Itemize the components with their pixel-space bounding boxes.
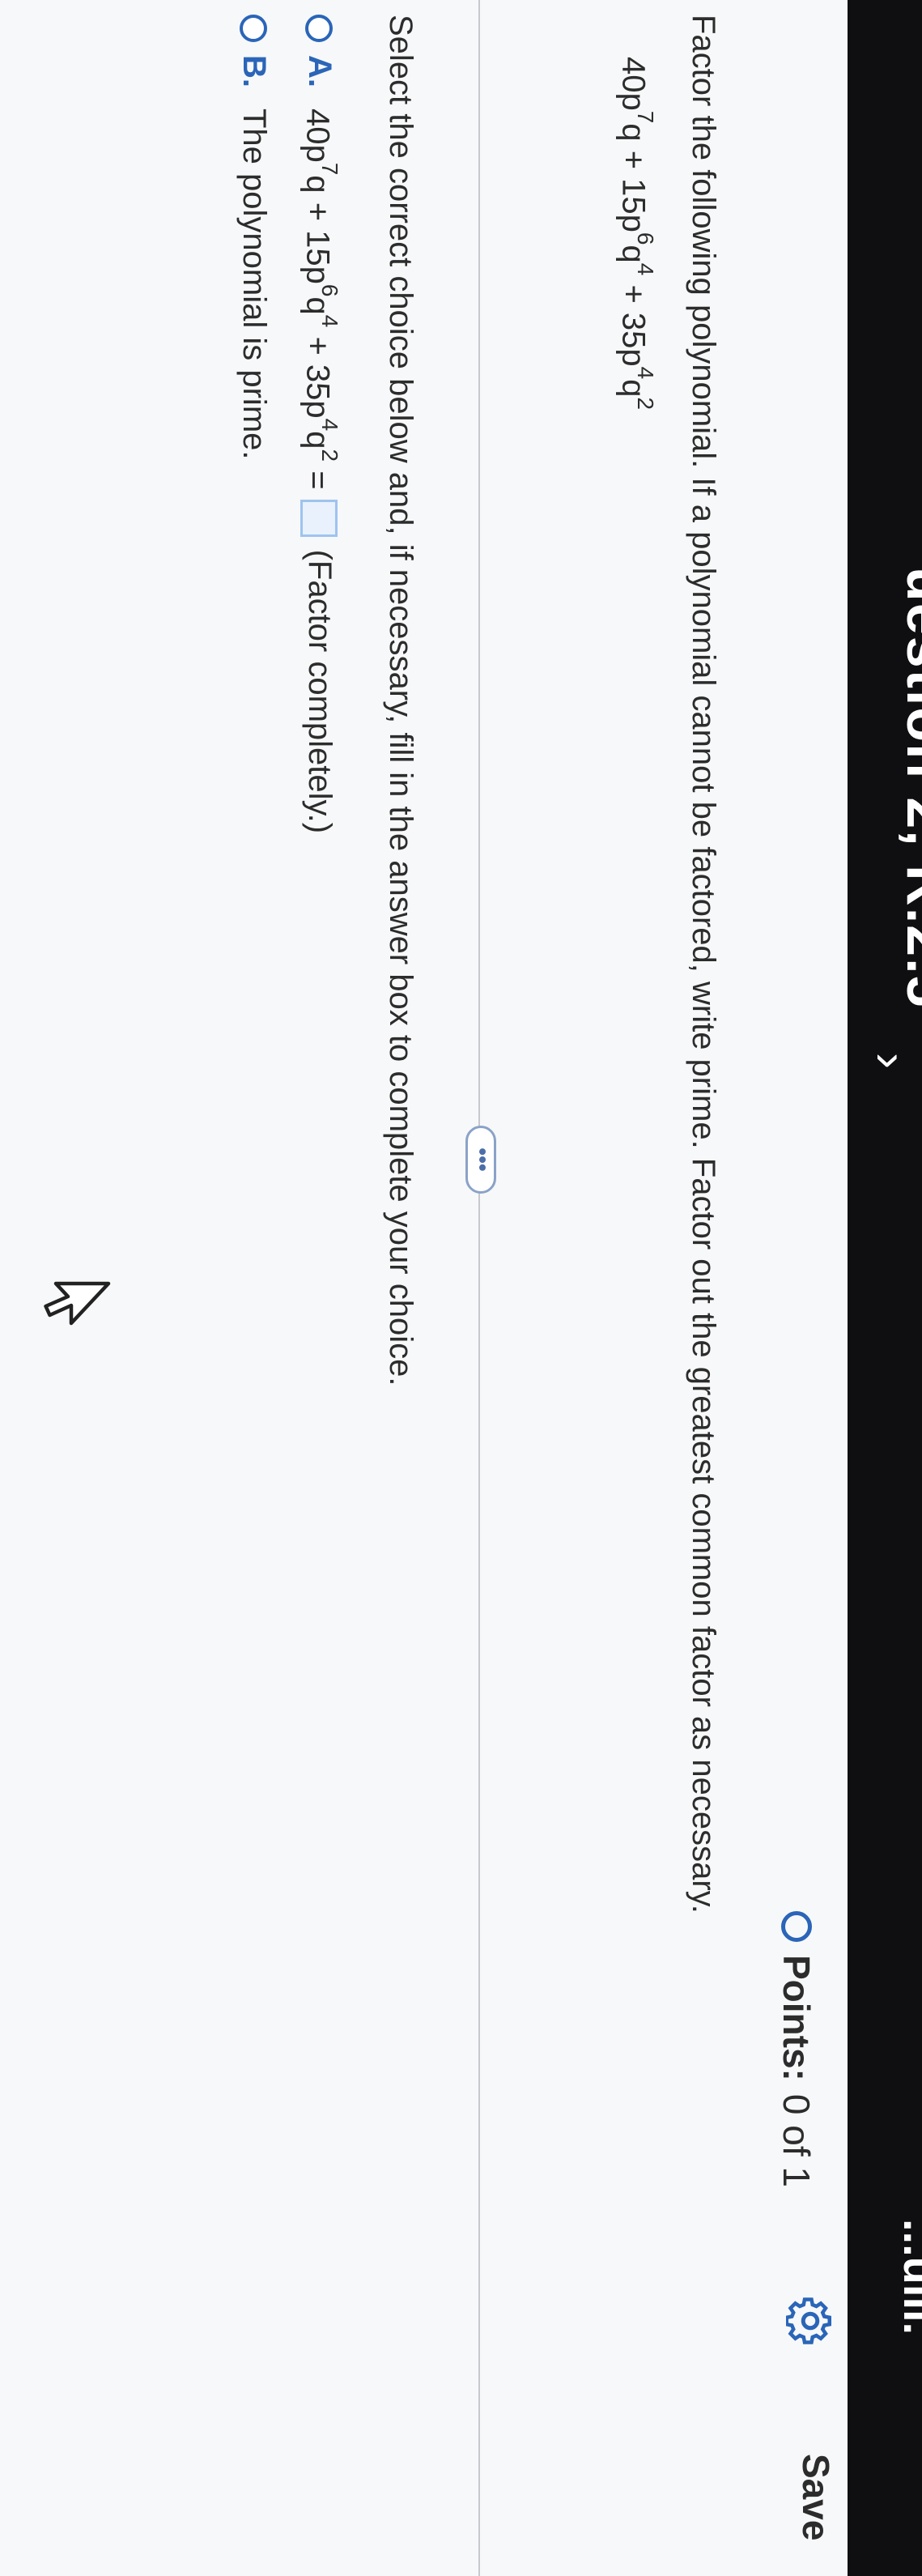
plus-operator: + [300, 327, 336, 364]
term-3-q-exponent: 2 [633, 397, 658, 411]
term-2-variable: q [300, 296, 336, 315]
plus-operator: + [300, 193, 336, 231]
term-3-coefficient: 35p [615, 312, 652, 367]
choice-a-radio[interactable] [305, 15, 334, 42]
term-1-p-exponent: 7 [317, 162, 342, 176]
choice-b-letter: B. [236, 55, 272, 87]
term-2-coefficient: 15p [615, 178, 652, 232]
term-3-coefficient: 35p [300, 364, 336, 419]
save-button[interactable]: Save [794, 2454, 838, 2540]
term-1-p-exponent: 7 [633, 110, 658, 124]
term-1-coefficient: 40p [615, 57, 652, 111]
term-3-variable: q [615, 379, 652, 398]
choice-b[interactable]: B. The polynomial is prime. [236, 15, 272, 460]
points-indicator: Points: 0 of 1 [775, 1911, 818, 2187]
term-2-p-exponent: 6 [317, 283, 342, 297]
choice-b-text: The polynomial is prime. [236, 109, 272, 460]
term-2-q-exponent: 4 [317, 314, 342, 328]
term-1-variable: q [300, 175, 336, 194]
question-page: uestion 2, R.2.5 › ...uiii. Points: 0 of… [0, 0, 922, 2576]
choice-b-radio[interactable] [240, 15, 268, 42]
photo-frame: uestion 2, R.2.5 › ...uiii. Points: 0 of… [0, 0, 922, 2576]
mouse-pointer-icon [44, 1281, 111, 1326]
term-1-variable: q [615, 123, 652, 142]
term-3-p-exponent: 4 [633, 366, 658, 380]
points-value: 0 of 1 [775, 2093, 818, 2187]
plus-operator: + [615, 275, 652, 313]
question-title: uestion 2, R.2.5 [895, 567, 922, 1009]
polynomial-expression: 40p7q + 15p6q4 + 35p4q2 [615, 57, 658, 411]
choice-a-letter: A. [301, 55, 338, 87]
section-divider [478, 0, 480, 2576]
term-2-q-exponent: 4 [633, 262, 658, 276]
points-circle-icon [781, 1911, 812, 1942]
expand-more-button[interactable]: ••• [465, 1126, 496, 1194]
points-label: Points: [775, 1955, 818, 2081]
term-2-p-exponent: 6 [633, 232, 658, 245]
topbar-overflow-text: ...uiii. [894, 2219, 922, 2335]
term-3-q-exponent: 2 [317, 449, 342, 462]
equals-sign: = [300, 462, 336, 490]
choice-a-hint: (Factor completely.) [301, 549, 338, 834]
answer-input-box[interactable] [300, 499, 338, 537]
choice-a-expression: 40p7q + 15p6q4 + 35p4q2 = [300, 109, 342, 490]
term-3-variable: q [300, 431, 336, 449]
next-question-chevron-icon[interactable]: › [863, 1053, 919, 1069]
top-bar: uestion 2, R.2.5 › ...uiii. [848, 0, 922, 2576]
term-3-p-exponent: 4 [317, 418, 342, 432]
gear-icon[interactable] [786, 2297, 835, 2345]
term-2-variable: q [615, 245, 652, 263]
question-prompt: Factor the following polynomial. If a po… [686, 15, 721, 1914]
choice-a[interactable]: A. 40p7q + 15p6q4 + 35p4q2 = (Factor com… [300, 15, 342, 834]
term-1-coefficient: 40p [300, 109, 336, 163]
instruction-text: Select the correct choice below and, if … [383, 15, 419, 1386]
term-2-coefficient: 15p [300, 230, 336, 284]
plus-operator: + [615, 141, 652, 179]
